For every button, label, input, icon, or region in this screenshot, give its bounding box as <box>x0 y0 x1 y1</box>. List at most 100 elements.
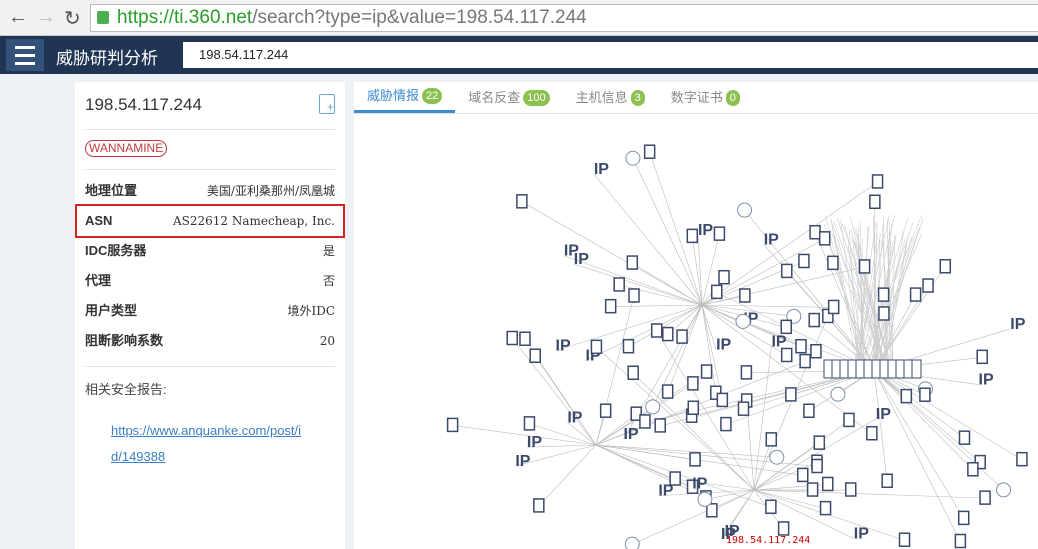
ip-node[interactable]: IP <box>716 336 731 353</box>
ip-node[interactable]: IP <box>854 526 869 543</box>
document-node-icon[interactable] <box>881 473 893 489</box>
domain-globe-icon[interactable] <box>735 313 751 329</box>
document-node-icon[interactable] <box>519 331 531 346</box>
tab-2[interactable]: 主机信息 3 <box>563 82 658 113</box>
ip-node[interactable]: IP <box>594 161 609 178</box>
document-node-icon[interactable] <box>957 510 970 526</box>
document-node-icon[interactable] <box>806 482 819 497</box>
tab-1[interactable]: 域名反查 100 <box>455 82 562 113</box>
address-bar[interactable]: https://ti.360.net/search?type=ip&value=… <box>90 4 1038 32</box>
document-node-icon[interactable] <box>700 364 713 379</box>
document-node-icon[interactable] <box>954 533 967 549</box>
menu-icon[interactable] <box>6 39 44 71</box>
ip-node[interactable]: IP <box>771 334 786 351</box>
ip-node[interactable]: IP <box>527 434 542 451</box>
tab-3[interactable]: 数字证书 0 <box>658 82 753 113</box>
ip-node[interactable]: IP <box>692 475 707 492</box>
domain-globe-icon[interactable] <box>830 386 846 402</box>
document-node-icon[interactable] <box>662 326 674 342</box>
document-node-icon[interactable] <box>922 278 934 293</box>
domain-globe-icon[interactable] <box>697 491 713 507</box>
document-node-icon[interactable] <box>676 329 688 344</box>
document-node-icon[interactable] <box>604 298 617 314</box>
document-node-icon[interactable] <box>720 416 732 432</box>
ip-node[interactable]: IP <box>556 338 571 355</box>
document-node-icon[interactable] <box>796 467 809 483</box>
ip-node[interactable]: IP <box>623 426 638 443</box>
ip-node[interactable]: IP <box>567 409 582 426</box>
document-node-icon[interactable] <box>1016 451 1028 467</box>
document-node-icon[interactable] <box>529 348 541 364</box>
document-node-icon[interactable] <box>795 338 807 354</box>
relation-graph[interactable]: IPIPIPIPIPIPIPIPIPIPIPIPIPIPIPIPIPIPIPIP… <box>354 115 1038 549</box>
back-icon[interactable]: ← <box>8 6 28 29</box>
document-node-icon[interactable] <box>958 430 971 445</box>
document-node-icon[interactable] <box>718 269 730 285</box>
document-node-icon[interactable] <box>654 418 666 433</box>
domain-globe-icon[interactable] <box>996 482 1012 498</box>
ip-node[interactable]: IP <box>979 372 994 389</box>
document-node-icon[interactable] <box>878 306 890 321</box>
document-node-icon[interactable] <box>798 253 810 269</box>
malware-tag[interactable]: WANNAMINE <box>85 140 168 157</box>
document-node-icon[interactable] <box>710 284 723 300</box>
document-node-icon[interactable] <box>843 412 855 428</box>
document-node-icon[interactable] <box>799 353 811 369</box>
document-node-icon[interactable] <box>516 194 528 209</box>
document-node-icon[interactable] <box>446 417 459 433</box>
report-link[interactable]: https://www.anquanke.com/post/id/149388 <box>111 418 311 470</box>
document-node-icon[interactable] <box>780 319 792 335</box>
document-node-icon[interactable] <box>858 259 871 274</box>
document-node-icon[interactable] <box>808 312 820 328</box>
document-node-icon[interactable] <box>650 323 663 338</box>
add-report-icon[interactable]: + <box>319 94 335 114</box>
document-node-icon[interactable] <box>687 400 700 416</box>
document-node-icon[interactable] <box>866 425 878 441</box>
search-input[interactable]: 198.54.117.244 <box>183 42 1038 68</box>
document-node-icon[interactable] <box>785 387 797 402</box>
document-node-icon[interactable] <box>811 458 823 474</box>
document-node-icon[interactable] <box>716 392 729 408</box>
ip-node[interactable]: IP <box>764 231 779 248</box>
document-node-icon[interactable] <box>643 144 656 159</box>
document-node-icon[interactable] <box>737 401 750 416</box>
document-node-icon[interactable] <box>809 224 821 240</box>
ip-node[interactable]: IP <box>564 243 579 260</box>
ip-node[interactable]: IP <box>515 453 530 470</box>
domain-globe-icon[interactable] <box>624 536 640 549</box>
document-node-icon[interactable] <box>827 299 840 315</box>
ip-node[interactable]: IP <box>1010 316 1025 333</box>
document-node-icon[interactable] <box>818 231 831 246</box>
document-node-icon[interactable] <box>803 403 815 419</box>
document-node-icon[interactable] <box>613 277 625 292</box>
forward-icon[interactable]: → <box>36 6 56 29</box>
domain-globe-icon[interactable] <box>769 449 785 465</box>
document-node-icon[interactable] <box>627 365 639 380</box>
document-node-icon[interactable] <box>626 255 639 270</box>
document-node-icon[interactable] <box>687 376 699 391</box>
domain-globe-icon[interactable] <box>645 399 661 415</box>
document-node-icon[interactable] <box>827 255 839 271</box>
document-node-icon[interactable] <box>939 259 952 274</box>
document-node-icon[interactable] <box>898 532 911 547</box>
document-node-icon[interactable] <box>661 384 674 399</box>
document-node-icon[interactable] <box>628 288 640 303</box>
document-node-icon[interactable] <box>740 365 753 380</box>
document-node-icon[interactable] <box>822 476 834 492</box>
document-node-icon[interactable] <box>669 471 681 486</box>
document-node-icon[interactable] <box>533 498 545 513</box>
document-node-icon[interactable] <box>622 338 635 354</box>
document-node-icon[interactable] <box>967 461 979 477</box>
document-node-icon[interactable] <box>689 452 701 467</box>
document-node-icon[interactable] <box>599 403 612 418</box>
document-node-icon[interactable] <box>506 330 518 346</box>
tab-0[interactable]: 威胁情报 22 <box>354 82 456 113</box>
document-node-icon[interactable] <box>639 414 651 429</box>
document-node-icon[interactable] <box>919 387 931 402</box>
document-node-icon[interactable] <box>979 490 991 505</box>
document-node-icon[interactable] <box>813 435 826 450</box>
document-node-icon[interactable] <box>911 359 922 379</box>
document-node-icon[interactable] <box>781 263 793 279</box>
document-node-icon[interactable] <box>819 500 832 516</box>
document-node-icon[interactable] <box>777 521 790 536</box>
